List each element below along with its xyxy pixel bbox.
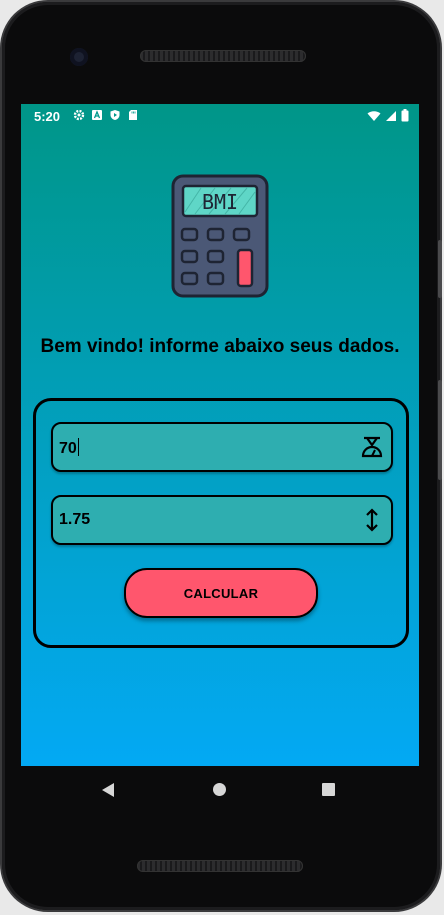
weight-input[interactable]: 70	[51, 422, 393, 472]
navigation-bar	[21, 766, 419, 814]
up-down-arrow-icon	[366, 508, 378, 532]
sd-card-icon	[129, 110, 137, 120]
text-cursor	[77, 438, 79, 456]
status-time: 5:20	[34, 109, 61, 124]
signal-icon	[386, 110, 396, 121]
status-icons-right	[367, 109, 409, 122]
calculate-button[interactable]: CALCULAR	[124, 568, 318, 618]
bmi-calculator-logo: BMI	[171, 174, 269, 298]
scale-icon	[361, 436, 383, 458]
wifi-icon	[367, 110, 381, 121]
battery-icon	[401, 109, 409, 122]
recents-icon[interactable]	[322, 783, 335, 796]
earpiece-speaker	[140, 50, 306, 62]
welcome-heading: Bem vindo! informe abaixo seus dados.	[40, 336, 400, 357]
weight-value: 70	[59, 440, 77, 457]
bottom-speaker	[137, 860, 303, 872]
app-screen: 5:20 BMI Bem vindo! informe abaixo seus …	[21, 104, 419, 766]
power-button	[438, 240, 442, 298]
status-bar: 5:20	[21, 104, 419, 128]
front-camera	[70, 48, 88, 66]
status-icons-left	[73, 109, 139, 121]
logo-text: BMI	[202, 190, 238, 214]
volume-button	[438, 380, 442, 480]
height-input[interactable]: 1.75	[51, 495, 393, 545]
back-icon[interactable]	[101, 782, 115, 798]
shield-icon	[110, 110, 120, 120]
weight-value-wrap: 70	[59, 438, 79, 458]
form-card: 70 1.75 CALCULAR	[33, 398, 409, 648]
home-icon[interactable]	[213, 783, 226, 796]
height-value: 1.75	[59, 511, 91, 528]
gear-icon	[73, 109, 85, 121]
a-icon	[92, 110, 102, 120]
